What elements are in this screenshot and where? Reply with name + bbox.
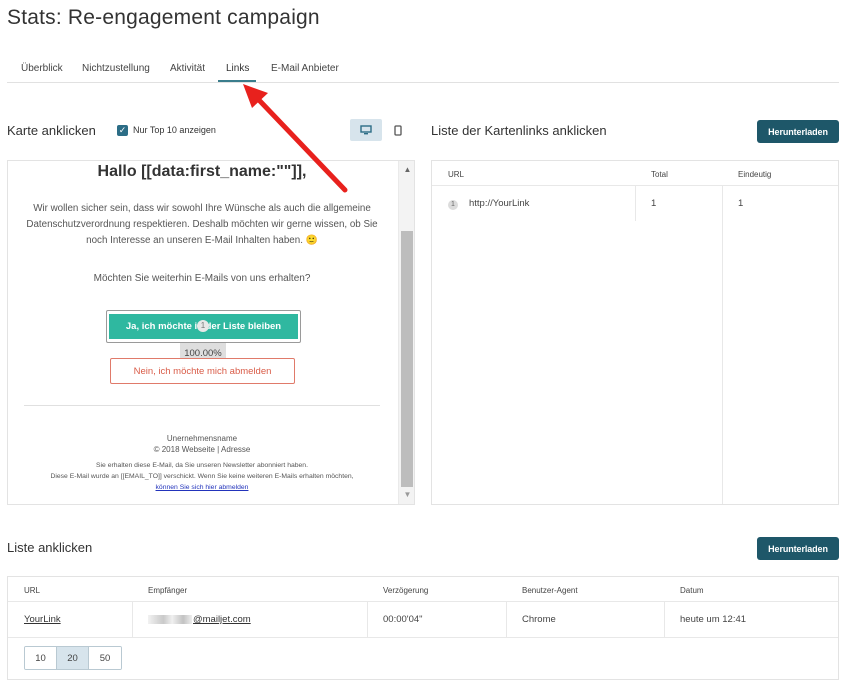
- page-size-10[interactable]: 10: [25, 647, 57, 669]
- mobile-view-button[interactable]: [382, 119, 414, 141]
- divider: [8, 637, 838, 638]
- tab-overview[interactable]: Überblick: [21, 63, 63, 74]
- top10-label: Nur Top 10 anzeigen: [133, 125, 216, 135]
- mobile-icon: [394, 124, 402, 136]
- unsubscribe-link[interactable]: können Sie sich hier abmelden: [156, 484, 249, 491]
- tab-bounces[interactable]: Nichtzustellung: [82, 63, 150, 74]
- click-date: heute um 12:41: [680, 614, 747, 625]
- divider: [506, 601, 507, 637]
- click-recipient[interactable]: @mailjet.com: [193, 614, 251, 625]
- link-unique: 1: [738, 198, 744, 209]
- footer-company: Unernehmensname: [166, 434, 238, 443]
- divider: [635, 185, 636, 221]
- desktop-view-button[interactable]: [350, 119, 382, 141]
- click-recipient-cell: @mailjet.com: [148, 614, 251, 625]
- clicks-header-agent: Benutzer-Agent: [522, 586, 578, 595]
- email-greeting: Hallo [[data:first_name:""]],: [97, 163, 307, 180]
- links-table: URL Total Eindeutig 1 http://YourLink 1 …: [431, 160, 839, 505]
- clicks-header-delay: Verzögerung: [383, 586, 429, 595]
- clicks-list-title: Liste anklicken: [7, 540, 93, 555]
- links-header-total: Total: [651, 170, 668, 179]
- divider: [24, 405, 380, 406]
- email-preview: Hallo [[data:first_name:""]], Wir wollen…: [7, 160, 415, 505]
- divider: [367, 601, 368, 637]
- footer-unsubscribe-line: können Sie sich hier abmelden: [8, 484, 396, 491]
- link-url[interactable]: http://YourLink: [469, 198, 529, 209]
- page-size-50[interactable]: 50: [89, 647, 121, 669]
- divider: [664, 601, 665, 637]
- link-index-badge: 1: [448, 200, 458, 210]
- page-size-20[interactable]: 20: [57, 647, 89, 669]
- map-section-title: Karte anklicken: [7, 123, 96, 138]
- active-tab-indicator: [218, 80, 256, 82]
- clicks-header-url: URL: [24, 586, 41, 595]
- click-delay: 00:00'04": [383, 614, 423, 625]
- page-title: Stats: Re-engagement campaign: [7, 6, 320, 29]
- clicks-header-recipient: Empfänger: [148, 586, 188, 595]
- scroll-up-icon[interactable]: ▲: [402, 165, 413, 175]
- unsubscribe-button[interactable]: Nein, ich möchte mich abmelden: [110, 358, 295, 384]
- tab-bar: Überblick Nichtzustellung Aktivität Link…: [7, 55, 839, 83]
- scroll-thumb[interactable]: [401, 231, 413, 487]
- tab-links[interactable]: Links: [226, 63, 249, 74]
- top10-checkbox[interactable]: ✓: [117, 125, 128, 136]
- click-agent: Chrome: [522, 614, 556, 625]
- scroll-down-icon[interactable]: ▼: [402, 490, 413, 500]
- link-total: 1: [651, 198, 657, 209]
- email-body-text: Wir wollen sicher sein, dass wir sowohl …: [26, 203, 378, 246]
- tab-email-providers[interactable]: E-Mail Anbieter: [271, 63, 339, 74]
- footer-copyright: © 2018 Webseite | Adresse: [153, 445, 251, 454]
- clicks-table: URL Empfänger Verzögerung Benutzer-Agent…: [7, 576, 839, 680]
- click-url[interactable]: YourLink: [24, 614, 61, 625]
- download-clicks-button[interactable]: Herunterladen: [757, 537, 839, 560]
- preview-scrollbar[interactable]: ▲ ▼: [398, 161, 414, 504]
- links-header-unique: Eindeutig: [738, 170, 772, 179]
- click-count-badge: 1: [197, 320, 209, 332]
- redacted-email-blur: [148, 615, 192, 624]
- clicks-header-date: Datum: [680, 586, 704, 595]
- links-header-url: URL: [448, 170, 465, 179]
- page-size-selector: 10 20 50: [24, 646, 122, 670]
- divider: [132, 601, 133, 637]
- download-links-button[interactable]: Herunterladen: [757, 120, 839, 143]
- desktop-icon: [360, 125, 372, 135]
- divider: [722, 185, 723, 504]
- tab-activity[interactable]: Aktivität: [170, 63, 205, 74]
- links-list-title: Liste der Kartenlinks anklicken: [431, 123, 607, 138]
- footer-notice-1: Sie erhalten diese E-Mail, da Sie unsere…: [96, 462, 308, 469]
- footer-notice-2: Diese E-Mail wurde an [[EMAIL_TO]] versc…: [50, 473, 354, 480]
- arrow-head: [243, 84, 268, 108]
- email-question: Möchten Sie weiterhin E-Mails von uns er…: [93, 273, 311, 284]
